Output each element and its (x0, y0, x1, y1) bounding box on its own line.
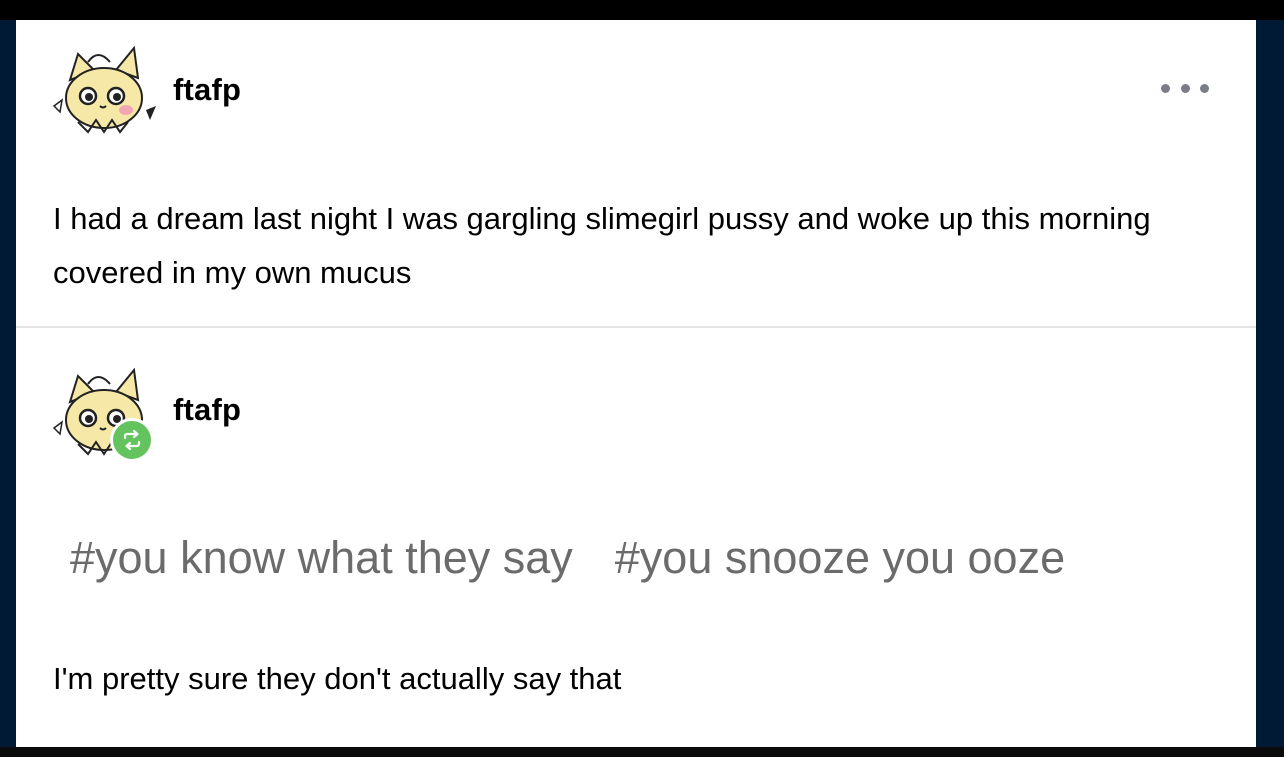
post-card: ftafp I had a dream last night I was gar… (16, 20, 1256, 747)
divider (16, 326, 1256, 328)
avatar[interactable] (48, 40, 158, 140)
post-username[interactable]: ftafp (173, 72, 241, 108)
reblog-icon (123, 429, 141, 451)
ellipsis-dot (1180, 83, 1190, 93)
reblog-username[interactable]: ftafp (173, 392, 241, 428)
right-gutter (1256, 20, 1284, 747)
ellipsis-horizontal-icon (1161, 83, 1170, 93)
more-options-button[interactable] (1161, 76, 1209, 100)
reblog-badge (110, 418, 154, 462)
tag-list: #you know what they say #you snooze you … (70, 528, 1065, 588)
top-bar (0, 0, 1284, 20)
tag-link[interactable]: #you snooze you ooze (615, 528, 1065, 588)
left-gutter (0, 20, 16, 747)
reblog-badge-inner (113, 421, 151, 459)
post-body: I had a dream last night I was gargling … (53, 201, 1151, 290)
bottom-bar (0, 747, 1284, 757)
post-header: ftafp (16, 20, 1256, 160)
reblog-body: I'm pretty sure they don't actually say … (53, 661, 622, 696)
ellipsis-dot (1200, 83, 1209, 93)
tag-link[interactable]: #you know what they say (70, 528, 573, 588)
cat-creature-avatar-icon (52, 45, 156, 134)
